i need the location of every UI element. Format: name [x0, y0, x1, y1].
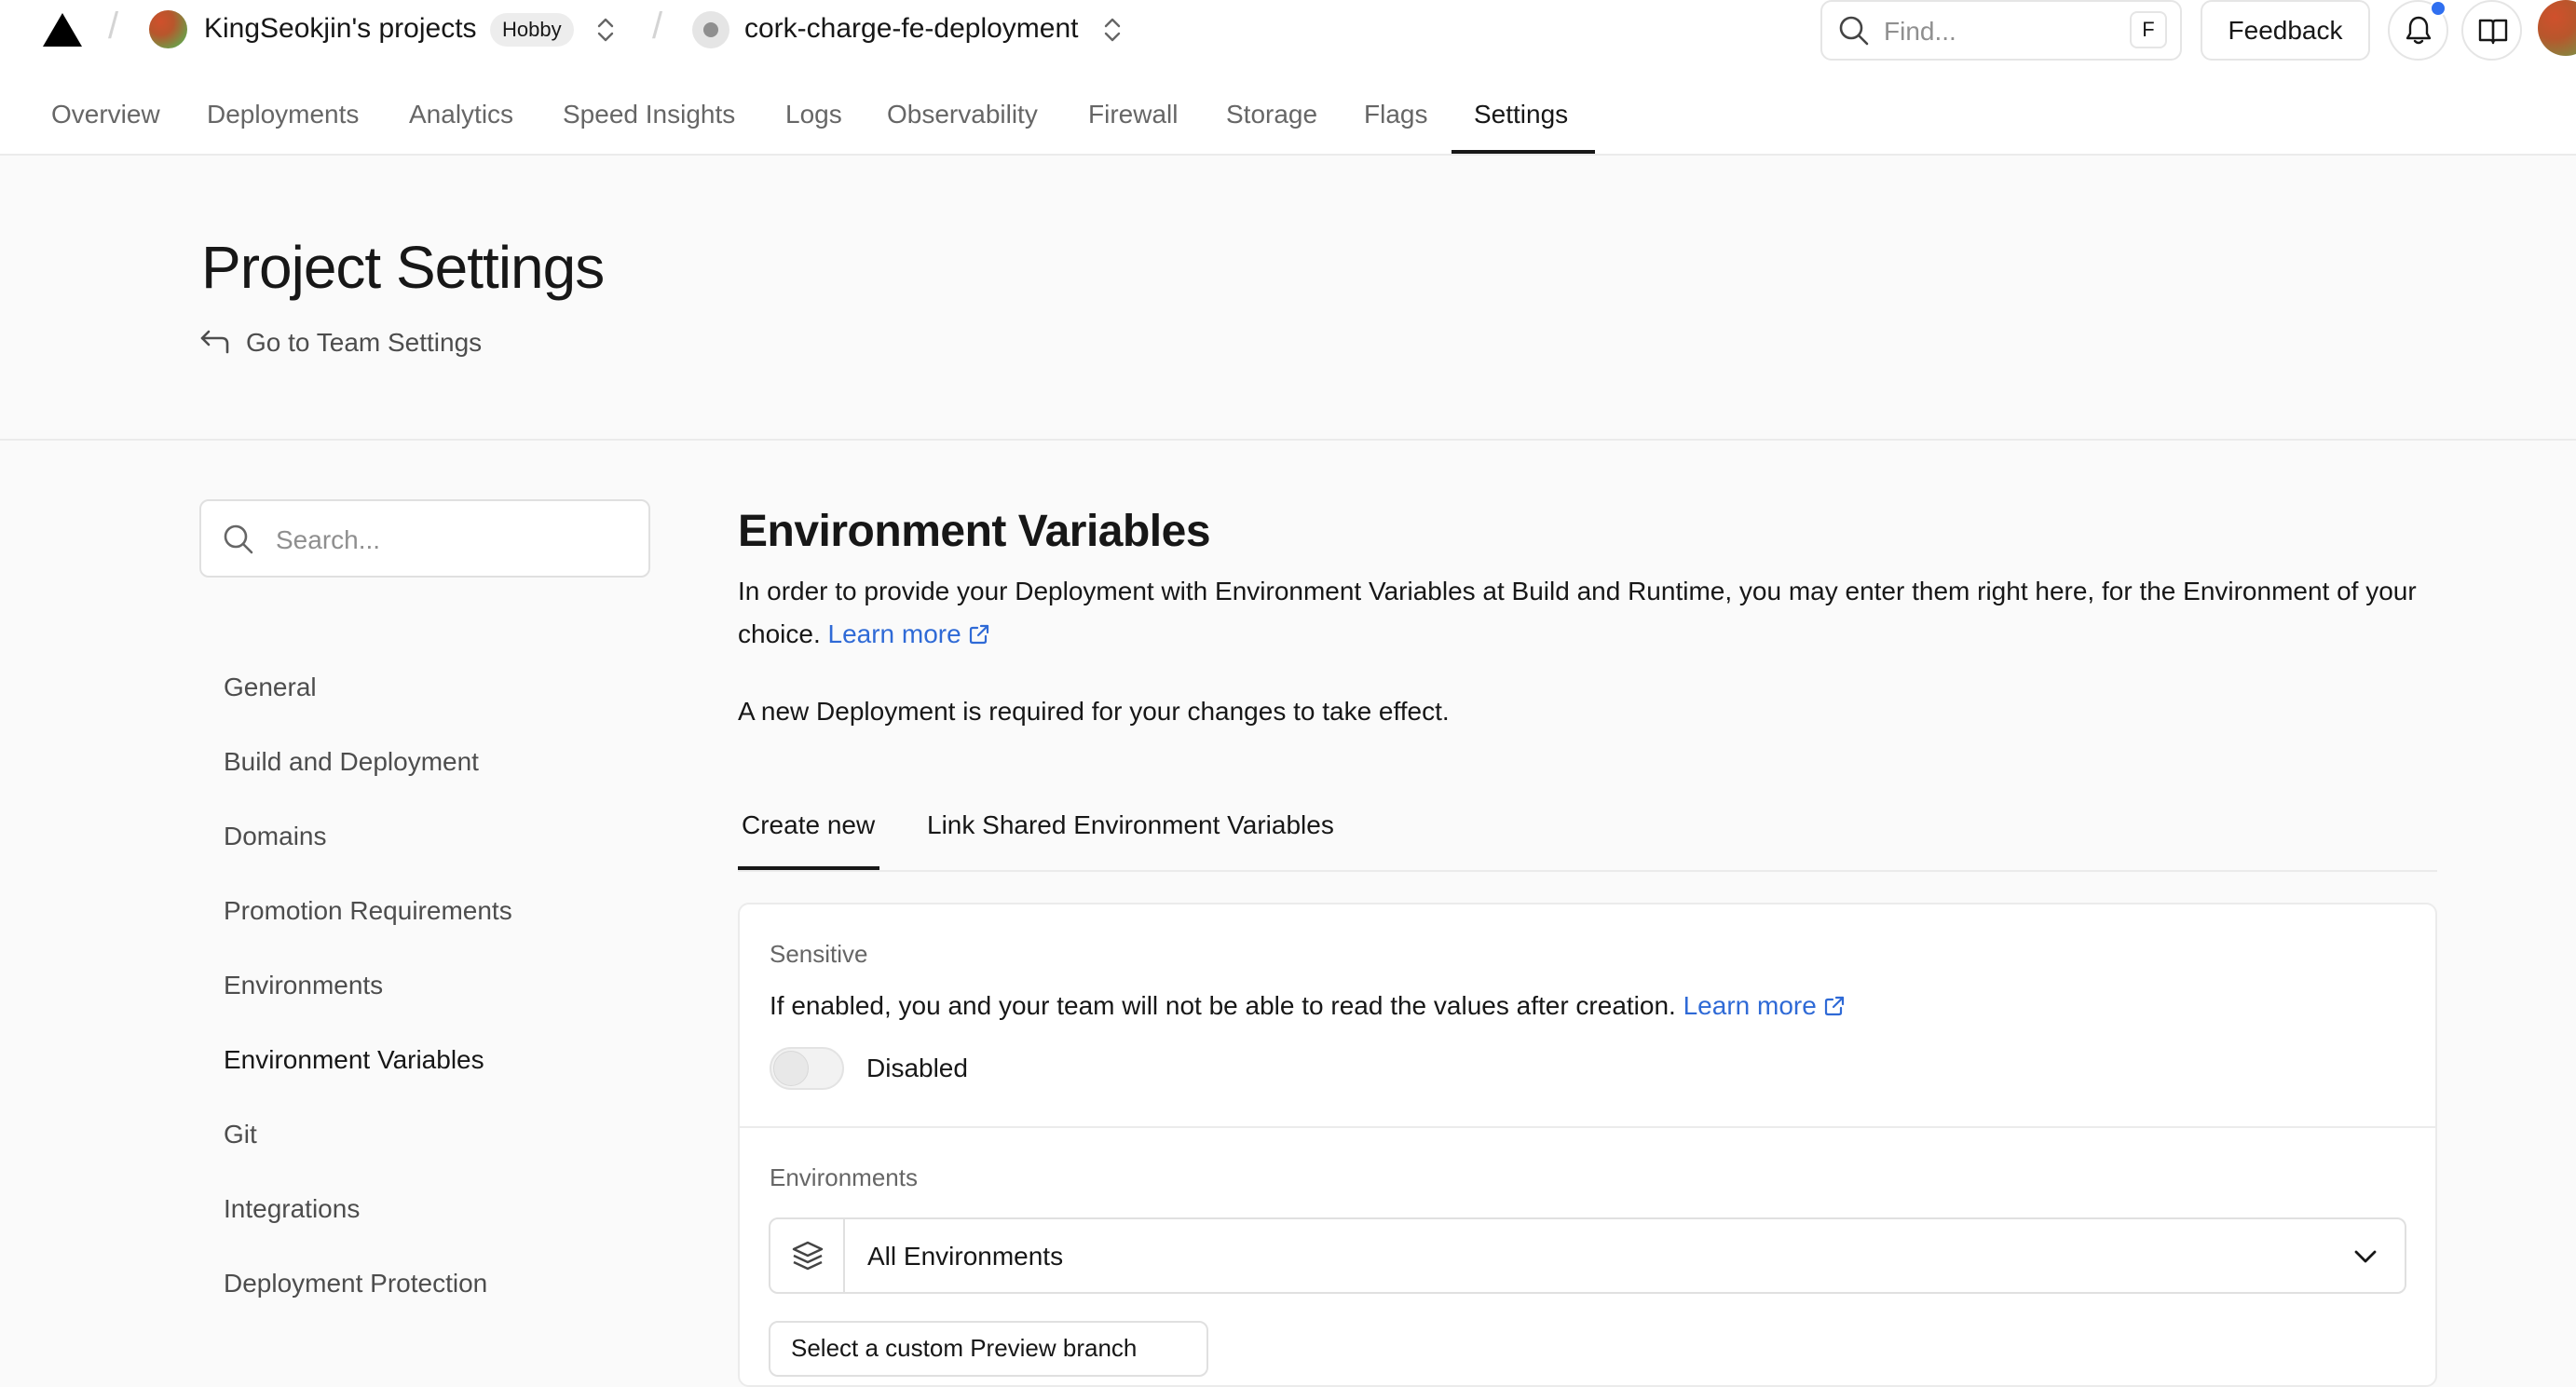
find-input[interactable]: Find... F: [1820, 0, 2182, 61]
top-bar: / KingSeokjin's projects Hobby / cork-ch…: [0, 0, 2576, 156]
sensitive-description: If enabled, you and your team will not b…: [770, 991, 1845, 1021]
sidebar-item-environments[interactable]: Environments: [224, 971, 383, 1000]
tab-observability[interactable]: Observability: [887, 93, 1038, 156]
environments-label: Environments: [770, 1163, 918, 1191]
bell-icon: [2406, 16, 2432, 45]
environments-select[interactable]: All Environments: [769, 1217, 2406, 1294]
search-icon: [224, 524, 253, 554]
sensitive-label: Sensitive: [770, 940, 868, 968]
vercel-logo-icon[interactable]: [43, 13, 82, 47]
tab-flags[interactable]: Flags: [1364, 93, 1427, 156]
tab-speed-insights[interactable]: Speed Insights: [563, 93, 735, 156]
sensitive-text: If enabled, you and your team will not b…: [770, 991, 1676, 1020]
breadcrumb-separator: /: [108, 6, 119, 47]
docs-button[interactable]: [2461, 0, 2522, 61]
team-avatar[interactable]: [149, 10, 187, 48]
tab-analytics[interactable]: Analytics: [409, 93, 513, 156]
notification-dot: [2430, 0, 2447, 17]
sidebar-item-git[interactable]: Git: [224, 1120, 257, 1149]
sensitive-toggle[interactable]: [770, 1047, 844, 1090]
sidebar-item-general[interactable]: General: [224, 673, 317, 702]
tab-storage[interactable]: Storage: [1226, 93, 1317, 156]
feedback-button[interactable]: Feedback: [2201, 0, 2370, 61]
external-link-icon: [1824, 996, 1844, 1016]
sidebar-item-domains[interactable]: Domains: [224, 822, 326, 851]
sidebar-item-deployment-protection[interactable]: Deployment Protection: [224, 1269, 487, 1299]
learn-more-label: Learn more: [827, 619, 961, 648]
environments-icon-cell: [770, 1219, 845, 1292]
tab-create-new[interactable]: Create new: [742, 810, 875, 840]
tab-overview[interactable]: Overview: [51, 93, 160, 156]
find-placeholder: Find...: [1884, 17, 1956, 46]
page-title: Project Settings: [201, 234, 605, 301]
sidebar-item-build-and-deployment[interactable]: Build and Deployment: [224, 747, 479, 777]
tab-deployments[interactable]: Deployments: [207, 93, 359, 156]
learn-more-link[interactable]: Learn more: [828, 619, 989, 648]
sidebar-item-promotion-requirements[interactable]: Promotion Requirements: [224, 896, 512, 926]
find-shortcut-key: F: [2130, 11, 2167, 48]
card-divider: [738, 1126, 2437, 1128]
sensitive-learn-more-label: Learn more: [1683, 991, 1817, 1020]
section-title: Environment Variables: [738, 507, 1211, 556]
environments-selected-value: All Environments: [867, 1242, 1064, 1271]
tab-firewall[interactable]: Firewall: [1088, 93, 1178, 156]
user-avatar[interactable]: [2538, 0, 2576, 56]
active-tab-indicator: [738, 866, 879, 870]
go-to-team-settings-link[interactable]: Go to Team Settings: [246, 328, 482, 358]
external-link-icon: [969, 624, 988, 645]
description-text: In order to provide your Deployment with…: [738, 577, 2417, 648]
tabs-divider: [738, 870, 2437, 872]
search-placeholder: Search...: [276, 525, 381, 554]
team-name[interactable]: KingSeokjin's projects: [204, 13, 477, 45]
active-tab-indicator: [1452, 150, 1595, 154]
sidebar-item-environment-variables[interactable]: Environment Variables: [224, 1045, 484, 1075]
toggle-knob: [773, 1051, 809, 1086]
tab-link-shared-env-vars[interactable]: Link Shared Environment Variables: [927, 810, 1334, 840]
sensitive-learn-more-link[interactable]: Learn more: [1683, 991, 1845, 1020]
chevron-down-icon: [2354, 1250, 2377, 1263]
section-description: In order to provide your Deployment with…: [738, 570, 2424, 656]
sensitive-toggle-state: Disabled: [866, 1054, 968, 1082]
project-name[interactable]: cork-charge-fe-deployment: [744, 13, 1079, 45]
tab-logs[interactable]: Logs: [785, 93, 842, 156]
project-switcher-chevron-icon[interactable]: [1101, 13, 1124, 47]
sidebar-item-integrations[interactable]: Integrations: [224, 1194, 360, 1224]
custom-preview-branch-button[interactable]: Select a custom Preview branch: [769, 1321, 1208, 1377]
redeploy-notice: A new Deployment is required for your ch…: [738, 697, 1450, 726]
tab-settings[interactable]: Settings: [1474, 93, 1568, 156]
search-icon: [1839, 16, 1869, 46]
project-icon: [692, 11, 729, 48]
plan-badge: Hobby: [490, 13, 574, 47]
settings-search-input[interactable]: Search...: [199, 499, 650, 578]
custom-preview-branch-label: Select a custom Preview branch: [791, 1334, 1138, 1362]
layers-icon: [792, 1241, 824, 1271]
team-switcher-chevron-icon[interactable]: [594, 13, 617, 47]
create-env-var-card: [738, 903, 2437, 1387]
breadcrumb-separator: /: [652, 6, 663, 47]
book-icon: [2478, 19, 2508, 45]
back-arrow-icon[interactable]: [199, 328, 231, 356]
